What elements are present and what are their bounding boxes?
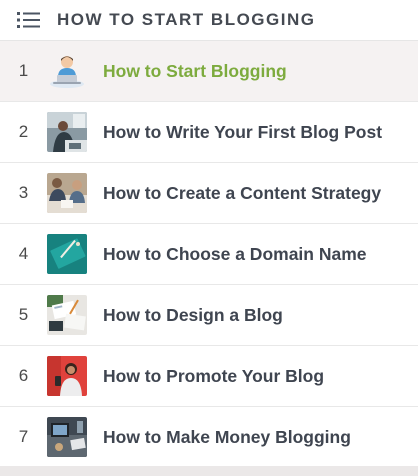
lesson-title: How to Write Your First Blog Post <box>103 121 383 142</box>
person-writing-thumbnail <box>47 112 87 152</box>
lesson-item-2[interactable]: 2 How to Write Your First Blog Post <box>0 102 418 163</box>
lesson-title: How to Choose a Domain Name <box>103 243 367 264</box>
person-at-laptop-thumbnail <box>47 51 87 91</box>
lesson-title: How to Promote Your Blog <box>103 365 325 386</box>
design-desk-thumbnail <box>47 295 87 335</box>
lesson-title: How to Create a Content Strategy <box>103 182 382 203</box>
lesson-number: 3 <box>18 183 29 202</box>
lesson-title: How to Design a Blog <box>103 304 283 325</box>
lesson-item-1[interactable]: 1 How to Start Blogging <box>0 41 418 102</box>
course-title: HOW TO START BLOGGING <box>57 10 316 29</box>
lesson-number: 7 <box>18 427 29 446</box>
lesson-title: How to Start Blogging <box>103 60 287 81</box>
lesson-item-5[interactable]: 5 How to Design a Blog <box>0 285 418 346</box>
course-outline-panel: HOW TO START BLOGGING 1 How to Start Blo… <box>0 0 418 476</box>
list-icon <box>17 11 41 29</box>
course-header: HOW TO START BLOGGING <box>0 0 418 41</box>
laptop-on-teal-thumbnail <box>47 234 87 274</box>
lesson-number: 2 <box>18 122 29 141</box>
lesson-item-4[interactable]: 4 How to Choose a Domain Name <box>0 224 418 285</box>
lesson-number: 6 <box>18 366 29 385</box>
lesson-title: How to Make Money Blogging <box>103 426 351 447</box>
team-meeting-thumbnail <box>47 173 87 213</box>
bottom-bar <box>0 466 418 476</box>
lesson-number: 5 <box>18 305 29 324</box>
lesson-number: 4 <box>18 244 29 263</box>
lesson-item-7[interactable]: 7 How to Make Money Blogging <box>0 407 418 468</box>
lesson-item-3[interactable]: 3 How to Create a Content Strategy <box>0 163 418 224</box>
lesson-item-6[interactable]: 6 How to Promote Your Blog <box>0 346 418 407</box>
woman-on-red-thumbnail <box>47 356 87 396</box>
workspace-thumbnail <box>47 417 87 457</box>
lesson-list: 1 How to Start Blogging 2 How to Write Y… <box>0 41 418 468</box>
lesson-number: 1 <box>18 61 29 80</box>
